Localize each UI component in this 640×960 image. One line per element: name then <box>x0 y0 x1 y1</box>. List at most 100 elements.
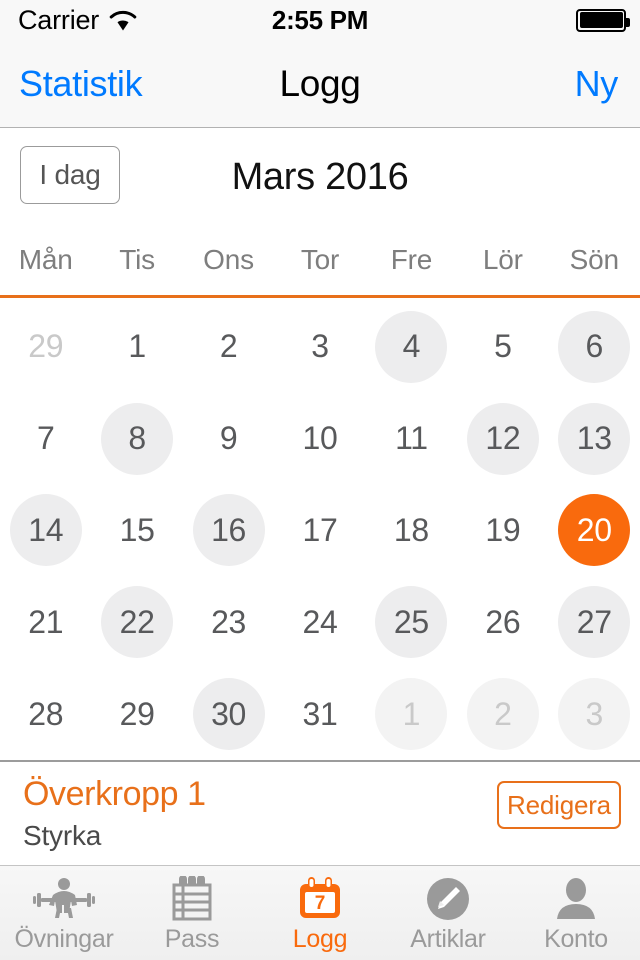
calendar-day-cell[interactable]: 11 <box>366 393 457 485</box>
calendar-day-number: 18 <box>393 511 429 548</box>
calendar-day-number: 6 <box>558 310 631 383</box>
weekday-label-sat: Lör <box>482 244 523 275</box>
calendar-day-cell[interactable]: 25 <box>366 576 457 668</box>
calendar-day-number: 23 <box>211 603 247 640</box>
calendar-day-cell[interactable]: 1 <box>366 668 457 760</box>
calendar-day-number: 15 <box>119 511 155 548</box>
calendar-day-number: 13 <box>558 402 631 475</box>
calendar-day-number: 16 <box>192 494 265 567</box>
calendar-day-number: 29 <box>119 695 155 732</box>
calendar-day-cell[interactable]: 20 <box>549 485 640 577</box>
calendar-day-cell[interactable]: 14 <box>0 485 91 577</box>
tab-label-logg: Logg <box>292 925 348 953</box>
month-title: Mars 2016 <box>231 156 409 198</box>
calendar-day-number: 17 <box>302 511 338 548</box>
battery-icon <box>576 8 630 32</box>
calendar-day-cell[interactable]: 1 <box>91 301 182 393</box>
calendar-day-number: 7 <box>36 420 55 457</box>
calendar-day-cell[interactable]: 15 <box>91 485 182 577</box>
calendar-day-number: 12 <box>466 402 539 475</box>
new-entry-button[interactable]: Ny <box>575 40 619 128</box>
calendar-day-cell[interactable]: 22 <box>91 576 182 668</box>
edit-button[interactable]: Redigera <box>497 781 621 829</box>
calendar-day-number: 19 <box>485 511 521 548</box>
workout-entry[interactable]: Överkropp 1 Styrka Redigera <box>0 760 640 865</box>
navigation-bar: Statistik Logg Ny <box>0 40 640 128</box>
calendar-day-cell[interactable]: 30 <box>183 668 274 760</box>
calendar-day-cell[interactable]: 17 <box>274 485 365 577</box>
notepad-icon <box>170 875 214 923</box>
month-header: I dag Mars 2016 <box>0 129 640 231</box>
tab-ovningar[interactable]: Övningar <box>0 866 128 960</box>
tab-bar: Övningar Pass 7 Logg Artiklar Konto <box>0 865 640 960</box>
calendar-day-cell[interactable]: 27 <box>549 576 640 668</box>
tab-artiklar[interactable]: Artiklar <box>384 866 512 960</box>
calendar-day-number: 29 <box>28 328 64 365</box>
calendar-day-cell[interactable]: 5 <box>457 301 548 393</box>
calendar-day-number: 30 <box>192 678 265 751</box>
calendar-day-cell[interactable]: 2 <box>183 301 274 393</box>
calendar-day-number: 8 <box>101 402 174 475</box>
weekday-label-sun: Sön <box>569 244 619 275</box>
weightlifter-icon <box>33 875 95 923</box>
tab-label-artiklar: Artiklar <box>410 925 486 953</box>
calendar-day-cell[interactable]: 3 <box>549 668 640 760</box>
calendar-day-number: 24 <box>302 603 338 640</box>
weekday-label-fri: Fre <box>390 244 433 275</box>
calendar-day-cell[interactable]: 6 <box>549 301 640 393</box>
calendar-day-cell[interactable]: 7 <box>0 393 91 485</box>
calendar-day-selected: 20 <box>558 494 631 567</box>
calendar-day-cell[interactable]: 24 <box>274 576 365 668</box>
calendar-day-cell[interactable]: 13 <box>549 393 640 485</box>
workout-title: Överkropp 1 <box>23 775 206 813</box>
tab-label-ovningar: Övningar <box>14 925 114 953</box>
status-bar: Carrier 2:55 PM <box>0 0 640 40</box>
calendar-day-number: 21 <box>28 603 64 640</box>
tab-pass[interactable]: Pass <box>128 866 256 960</box>
weekday-label-tue: Tis <box>119 244 155 275</box>
calendar-icon-day: 7 <box>315 893 326 914</box>
calendar-day-cell[interactable]: 16 <box>183 485 274 577</box>
calendar-day-number: 25 <box>375 586 448 659</box>
calendar-day-number: 14 <box>9 494 82 567</box>
calendar-day-cell[interactable]: 9 <box>183 393 274 485</box>
calendar-day-cell[interactable]: 21 <box>0 576 91 668</box>
calendar-day-cell[interactable]: 28 <box>0 668 91 760</box>
calendar-icon: 7 <box>297 875 343 923</box>
calendar-day-cell[interactable]: 3 <box>274 301 365 393</box>
person-icon <box>553 875 599 923</box>
calendar-day-number: 28 <box>28 695 64 732</box>
calendar-day-number: 3 <box>311 328 329 365</box>
pencil-circle-icon <box>425 875 471 923</box>
calendar-day-cell[interactable]: 26 <box>457 576 548 668</box>
tab-label-pass: Pass <box>164 925 220 953</box>
weekday-header: Mån Tis Ons Tor Fre Lör Sön <box>0 231 640 298</box>
calendar-day-cell[interactable]: 29 <box>91 668 182 760</box>
calendar-day-cell[interactable]: 10 <box>274 393 365 485</box>
tab-label-konto: Konto <box>544 925 608 953</box>
calendar-day-number: 2 <box>219 328 238 365</box>
calendar-day-number: 3 <box>558 678 631 751</box>
calendar-grid: 29 1 2 3 4 5 6 7 8 9 10 11 12 13 14 15 16 17 18 19 20 21 22 23 2… <box>0 301 640 760</box>
calendar-day-number: 9 <box>219 420 238 457</box>
calendar-day-cell[interactable]: 23 <box>183 576 274 668</box>
tab-logg[interactable]: 7 Logg <box>256 866 384 960</box>
status-bar-right <box>576 0 630 40</box>
page-title: Logg <box>279 63 361 104</box>
calendar-day-cell[interactable]: 19 <box>457 485 548 577</box>
calendar-day-cell[interactable]: 18 <box>366 485 457 577</box>
calendar-day-number: 10 <box>302 420 338 457</box>
calendar-day-number: 22 <box>101 586 174 659</box>
calendar-day-cell[interactable]: 8 <box>91 393 182 485</box>
calendar-day-cell[interactable]: 31 <box>274 668 365 760</box>
calendar-day-cell[interactable]: 12 <box>457 393 548 485</box>
calendar-day-number: 5 <box>494 328 512 365</box>
calendar-day-cell[interactable]: 4 <box>366 301 457 393</box>
calendar-day-number: 1 <box>128 328 146 365</box>
tab-konto[interactable]: Konto <box>512 866 640 960</box>
workout-subtitle: Styrka <box>23 820 102 851</box>
calendar-day-number: 27 <box>558 586 631 659</box>
calendar-day-cell[interactable]: 2 <box>457 668 548 760</box>
weekday-label-mon: Mån <box>18 244 73 275</box>
calendar-day-cell[interactable]: 29 <box>0 301 91 393</box>
